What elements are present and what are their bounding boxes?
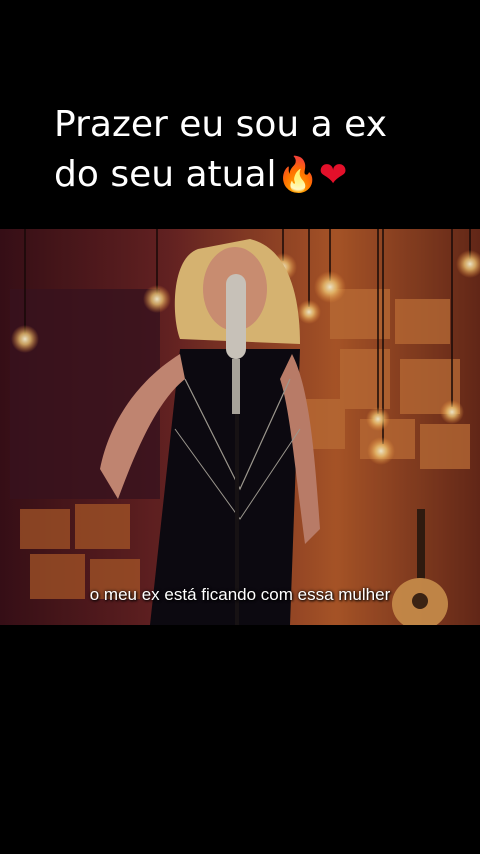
caption-line-2-text: do seu atual xyxy=(54,154,277,195)
fire-emoji-icon: 🔥 xyxy=(276,155,319,195)
video-subtitle: o meu ex está ficando com essa mulher xyxy=(89,585,391,604)
video-frame xyxy=(0,229,480,625)
heart-emoji-icon: ❤ xyxy=(318,155,348,195)
caption-line-1: Prazer eu sou a ex xyxy=(54,104,387,145)
caption-line-2: do seu atual🔥❤ xyxy=(54,150,454,200)
video-player[interactable] xyxy=(0,229,480,625)
post-caption: Prazer eu sou a ex do seu atual🔥❤ xyxy=(54,100,454,200)
